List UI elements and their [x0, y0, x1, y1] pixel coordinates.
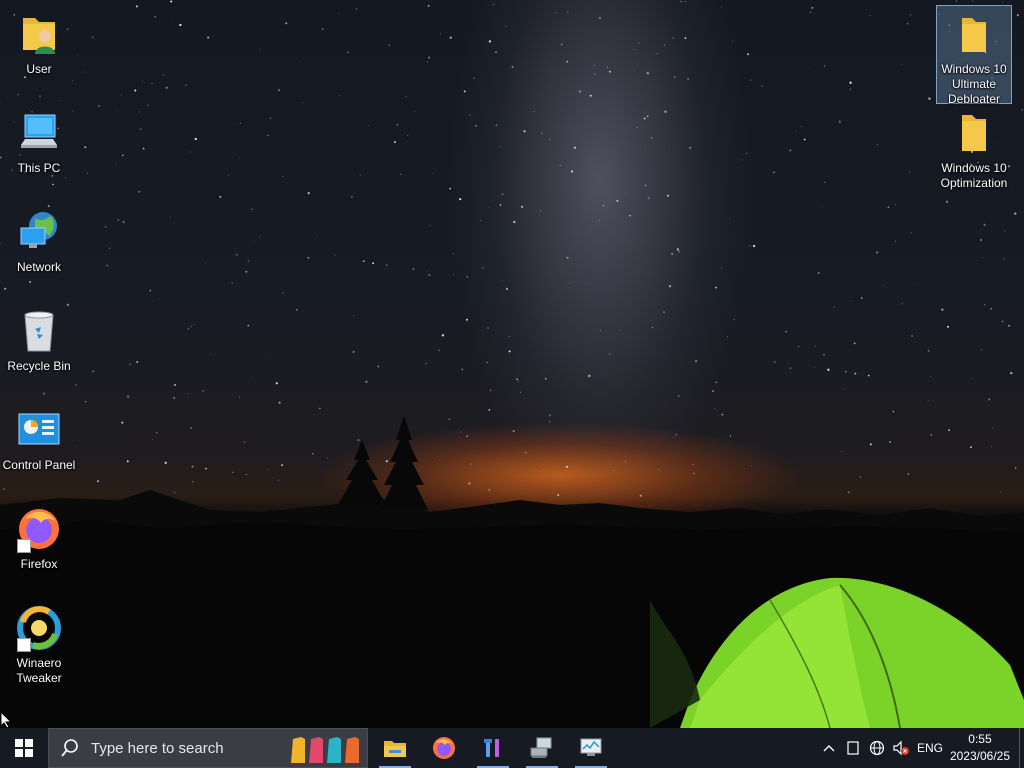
computer-icon	[15, 109, 63, 157]
mouse-cursor-icon	[0, 711, 13, 728]
search-highlight-icon	[291, 737, 359, 763]
volume-muted-icon	[893, 740, 909, 756]
start-button[interactable]	[0, 728, 48, 768]
chevron-up-icon	[823, 745, 835, 752]
desktop-icon-this-pc[interactable]: This PC	[1, 105, 77, 176]
desktop-icon-firefox[interactable]: Firefox	[1, 501, 77, 572]
tray-app-button[interactable]	[842, 728, 864, 768]
desktop-icon-label: Windows 10 Optimization	[940, 161, 1008, 190]
language-indicator: ENG	[916, 741, 943, 755]
shortcut-arrow-icon	[17, 539, 31, 553]
desktop[interactable]: User This PC Network Recycle Bin Control…	[0, 0, 1024, 728]
desktop-icon-label: Network	[16, 260, 61, 274]
firefox-icon	[433, 737, 455, 759]
desktop-icon-network[interactable]: Network	[1, 204, 77, 275]
desktop-icon-label: Windows 10 Ultimate Debloater	[941, 62, 1007, 106]
clock-date: 2023/06/25	[949, 749, 1010, 763]
windows-logo-icon	[15, 739, 33, 757]
network-computer-icon	[530, 737, 552, 758]
taskbar-network-computer[interactable]	[518, 728, 566, 768]
control-panel-icon	[15, 406, 63, 454]
folder-icon	[950, 109, 998, 157]
taskbar-tools[interactable]	[469, 728, 517, 768]
desktop-icon-label: This PC	[17, 161, 61, 175]
wallpaper-stars	[0, 0, 1024, 728]
system-monitor-icon	[580, 738, 602, 756]
input-language-button[interactable]: ENG	[914, 728, 946, 768]
desktop-icon-winaero-tweaker[interactable]: Winaero Tweaker	[1, 600, 77, 686]
show-desktop-button[interactable]	[1019, 728, 1024, 768]
taskbar-search-box[interactable]	[48, 728, 368, 768]
tablet-icon	[847, 741, 859, 755]
clock-time: 0:55	[968, 732, 992, 746]
desktop-icon-label: Recycle Bin	[7, 359, 71, 373]
shortcut-arrow-icon	[17, 638, 31, 652]
volume-button[interactable]	[890, 728, 912, 768]
file-explorer-icon	[384, 741, 406, 757]
network-status-button[interactable]	[866, 728, 888, 768]
user-folder-icon	[15, 10, 63, 58]
desktop-icon-label: Control Panel	[2, 458, 76, 472]
search-input[interactable]	[89, 738, 283, 758]
taskbar: ENG 0:55 2023/06/25	[0, 728, 1024, 768]
taskbar-file-explorer[interactable]	[371, 728, 419, 768]
desktop-icon-control-panel[interactable]: Control Panel	[1, 402, 77, 473]
show-hidden-icons-button[interactable]	[818, 728, 840, 768]
desktop-icon-label: Firefox	[20, 557, 58, 571]
taskbar-firefox[interactable]	[420, 728, 468, 768]
taskbar-system-monitor[interactable]	[567, 728, 615, 768]
desktop-icon-windows-10-ultimate-debloater[interactable]: Windows 10 Ultimate Debloater	[936, 5, 1012, 106]
desktop-icon-user[interactable]: User	[1, 6, 77, 77]
network-globe-icon	[15, 208, 63, 256]
tools-icon	[484, 739, 499, 757]
recycle-bin-icon	[15, 307, 63, 355]
globe-icon	[869, 740, 885, 756]
firefox-icon	[15, 505, 63, 553]
desktop-icon-windows-10-optimization[interactable]: Windows 10 Optimization	[936, 105, 1012, 191]
folder-icon	[950, 10, 998, 58]
search-icon	[61, 739, 78, 757]
clock-button[interactable]: 0:55 2023/06/25	[950, 731, 1010, 765]
desktop-icon-label: User	[26, 62, 52, 76]
desktop-icon-label: Winaero Tweaker	[16, 656, 62, 685]
desktop-icon-recycle-bin[interactable]: Recycle Bin	[1, 303, 77, 374]
winaero-tweaker-icon	[15, 604, 63, 652]
